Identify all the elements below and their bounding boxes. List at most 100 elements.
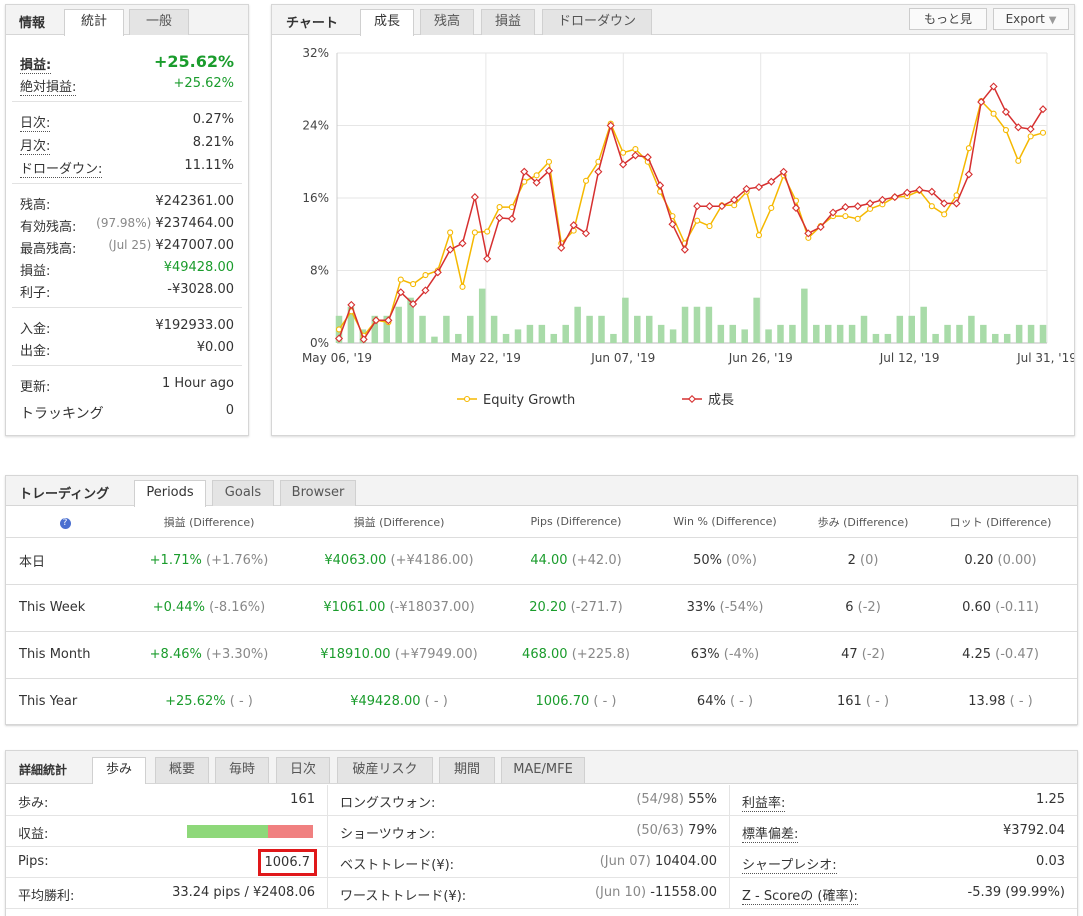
tab-balance[interactable]: 残高: [420, 9, 474, 35]
interest-row: 利子: -¥3028.00: [20, 282, 234, 301]
chart-title: チャート: [286, 16, 338, 31]
cell-difference: (+¥4186.00): [390, 553, 474, 568]
help-icon[interactable]: ?: [59, 517, 71, 529]
table-row: This Week +0.44% (-8.16%) ¥1061.00 (-¥1803…: [6, 584, 1077, 632]
trade-bar: [1027, 324, 1035, 343]
series-point: [965, 145, 972, 152]
cell-value: 50%: [693, 553, 722, 568]
trading-panel: トレーディング Periods Goals Browser ? 損益 (Diff…: [5, 475, 1078, 726]
longs-won-row: ロングスウォン: (54/98) 55%: [327, 785, 729, 816]
trade-bar: [717, 324, 725, 343]
table-cell: +0.44% (-8.16%): [124, 584, 294, 632]
series-point: [842, 213, 849, 220]
cell-difference: (-4%): [723, 647, 760, 662]
tab-drawdown[interactable]: ドローダウン: [542, 9, 652, 35]
tab-trades[interactable]: 歩み: [92, 757, 146, 784]
withdrawals-row: 出金: ¥0.00: [20, 340, 234, 359]
series-point: [496, 204, 503, 211]
table-cell: +8.46% (+3.30%): [124, 631, 294, 679]
cell-value: +25.62%: [165, 694, 226, 709]
tab-general[interactable]: 一般: [129, 9, 189, 35]
export-button[interactable]: Export ▼: [993, 8, 1069, 30]
cell-value: ¥1061.00: [323, 600, 386, 615]
y-tick-label: 32%: [302, 46, 329, 60]
trade-bar: [956, 324, 963, 343]
tab-stats[interactable]: 統計: [64, 9, 124, 36]
detail-tabbar: 詳細統計 歩み 概要 毎時 日次 破産リスク 期間 MAE/MFE: [6, 751, 1077, 784]
y-tick-label: 0%: [310, 336, 329, 350]
x-tick-label: Jul 31, '19: [1016, 351, 1074, 365]
tab-periods[interactable]: Periods: [134, 480, 206, 507]
tab-growth[interactable]: 成長: [360, 9, 414, 36]
trade-bar: [1003, 333, 1011, 343]
trade-bar: [562, 324, 569, 343]
info-tabbar: 情報 統計 一般: [6, 5, 248, 36]
detail-title: 詳細統計: [19, 763, 68, 777]
deposits-row: 入金: ¥192933.00: [20, 318, 234, 337]
trading-title: トレーディング: [19, 487, 110, 502]
periods-table: ? 損益 (Difference) 損益 (Difference) Pips (…: [6, 507, 1077, 726]
table-cell: +1.71% (+1.76%): [124, 537, 294, 585]
tab-summary[interactable]: 概要: [155, 757, 209, 783]
shorts-won-row: ショーツウォン: (50/63) 79%: [327, 816, 729, 847]
highest-row: 最高残高: (Jul 25) ¥247007.00: [20, 238, 234, 257]
tab-risk-of-ruin[interactable]: 破産リスク: [337, 757, 433, 783]
series-point: [853, 202, 862, 211]
cell-value: 33%: [686, 600, 716, 615]
cell-value: 0.60: [962, 600, 992, 615]
series-point: [533, 172, 540, 179]
table-cell: +25.62% ( - ): [124, 678, 294, 726]
trade-bar: [860, 315, 868, 343]
profitability-win-fill: [187, 825, 268, 838]
period-label: This Week: [6, 584, 124, 632]
series-point: [620, 149, 627, 156]
cell-difference: ( - ): [1009, 694, 1033, 709]
cell-value: +0.44%: [152, 600, 205, 615]
trade-bar: [574, 306, 581, 343]
table-row: 本日 +1.71% (+1.76%) ¥4063.00 (+¥4186.00) 44.…: [6, 537, 1077, 585]
series-point: [706, 223, 713, 230]
more-button[interactable]: もっと見: [909, 8, 987, 30]
table-row: This Year +25.62% ( - ) ¥49428.00 ( - ) 100…: [6, 678, 1077, 726]
gain-value: +25.62%: [153, 52, 234, 71]
series-point: [471, 229, 478, 236]
trade-bar: [693, 306, 701, 343]
series-point: [545, 158, 553, 165]
series-point: [768, 204, 775, 212]
series-point: [841, 203, 850, 212]
x-tick-label: Jun 26, '19: [728, 351, 793, 365]
tab-daily[interactable]: 日次: [276, 757, 330, 783]
table-cell: 47 (-2): [802, 631, 924, 679]
table-cell: 50% (0%): [648, 537, 802, 585]
cell-value: 0.20: [964, 553, 994, 568]
detail-panel: 詳細統計 歩み 概要 毎時 日次 破産リスク 期間 MAE/MFE 歩み: 16…: [5, 750, 1078, 916]
trade-bar: [526, 324, 534, 343]
trade-bar: [705, 306, 713, 343]
cell-value: 63%: [690, 647, 720, 662]
trade-bar: [681, 306, 689, 343]
cell-difference: (0): [860, 553, 879, 568]
trade-bar: [992, 333, 999, 343]
divider: [12, 183, 242, 184]
tab-mae-mfe[interactable]: MAE/MFE: [501, 757, 585, 783]
series-point: [470, 193, 479, 202]
tab-profit[interactable]: 損益: [481, 9, 535, 35]
gain-row: 損益: +25.62%: [20, 52, 234, 74]
table-cell: ¥18910.00 (+¥7949.00): [294, 631, 504, 679]
series-point: [459, 283, 466, 290]
trade-bar: [478, 288, 486, 343]
tab-duration[interactable]: 期間: [439, 757, 495, 783]
tab-browser[interactable]: Browser: [280, 480, 356, 506]
series-point: [866, 199, 875, 208]
chart-tabbar: チャート 成長 残高 損益 ドローダウン もっと見 Export ▼: [272, 5, 1074, 36]
divider: [12, 307, 242, 308]
tab-hourly[interactable]: 毎時: [215, 757, 269, 783]
sharpe-row: シャープレシオ: 0.03: [729, 847, 1077, 878]
tab-goals[interactable]: Goals: [212, 480, 274, 506]
series-point: [557, 243, 566, 252]
series-line-1: [338, 85, 1044, 342]
series-point: [890, 193, 899, 202]
cell-value: 44.00: [530, 553, 568, 568]
x-tick-label: May 22, '19: [451, 351, 521, 365]
trade-bar: [645, 315, 653, 343]
